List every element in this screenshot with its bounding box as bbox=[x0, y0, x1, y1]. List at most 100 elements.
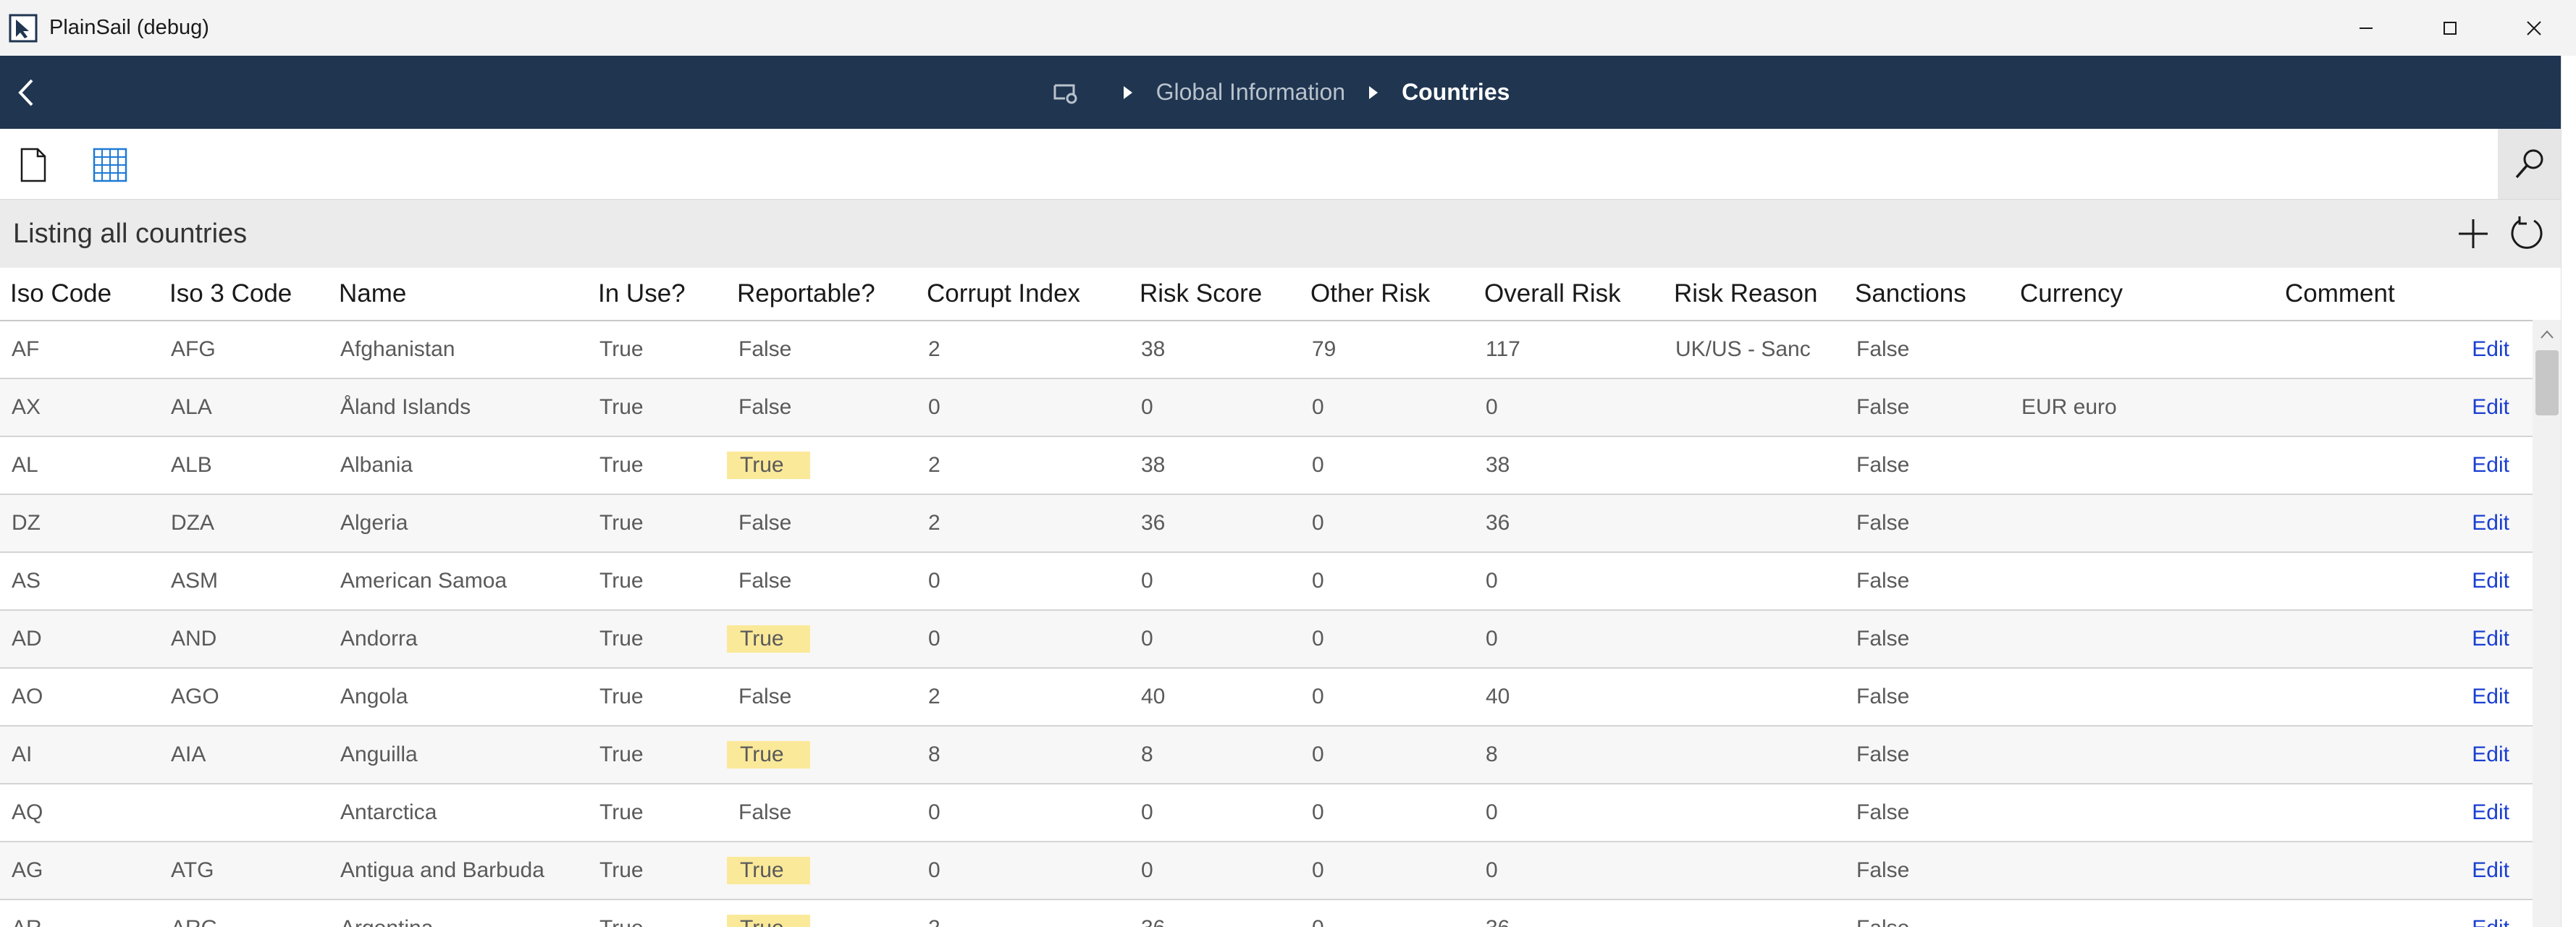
column-header[interactable]: Other Risk bbox=[1300, 268, 1474, 321]
table-row[interactable]: DZ DZA Algeria True False 2 36 0 36 False Edit bbox=[0, 494, 2533, 553]
edit-link[interactable]: Edit bbox=[2472, 916, 2509, 927]
column-header[interactable]: Risk Reason bbox=[1664, 268, 1845, 321]
sanctions-cell: False bbox=[1845, 436, 2010, 495]
highlighted-value: True bbox=[727, 857, 810, 884]
home-icon[interactable] bbox=[1052, 78, 1081, 107]
table-row[interactable]: AF AFG Afghanistan True False 2 38 79 117 UK/US -… bbox=[0, 321, 2533, 379]
column-header[interactable]: Overall Risk bbox=[1474, 268, 1664, 321]
iso-code-cell: AR bbox=[0, 900, 159, 927]
comment-cell bbox=[2275, 378, 2441, 437]
in-use-cell: True bbox=[588, 436, 727, 495]
edit-link[interactable]: Edit bbox=[2472, 395, 2509, 419]
table-row[interactable]: AD AND Andorra True True 0 0 0 0 False Edit bbox=[0, 610, 2533, 669]
edit-link[interactable]: Edit bbox=[2472, 337, 2509, 361]
column-header[interactable]: In Use? bbox=[588, 268, 727, 321]
vertical-scrollbar[interactable] bbox=[2533, 320, 2562, 927]
risk-reason-cell bbox=[1664, 842, 1845, 900]
edit-link[interactable]: Edit bbox=[2472, 511, 2509, 535]
edit-cell: Edit bbox=[2441, 668, 2533, 727]
column-header[interactable]: Comment bbox=[2275, 268, 2441, 321]
close-icon bbox=[2527, 20, 2541, 35]
overall-risk-cell: 0 bbox=[1474, 378, 1664, 437]
corrupt-index-cell: 0 bbox=[917, 784, 1129, 842]
table-row[interactable]: AO AGO Angola True False 2 40 0 40 False Edit bbox=[0, 668, 2533, 727]
edit-cell: Edit bbox=[2441, 321, 2533, 379]
maximize-button[interactable] bbox=[2408, 0, 2492, 56]
close-button[interactable] bbox=[2492, 0, 2576, 56]
minimize-button[interactable] bbox=[2324, 0, 2408, 56]
edit-cell: Edit bbox=[2441, 610, 2533, 669]
countries-table: Iso Code Iso 3 Code Name In Use? Reportable?… bbox=[0, 268, 2562, 927]
comment-cell bbox=[2275, 784, 2441, 842]
overall-risk-cell: 8 bbox=[1474, 726, 1664, 784]
iso3-code-cell: ALB bbox=[159, 436, 329, 495]
edit-link[interactable]: Edit bbox=[2472, 800, 2509, 824]
reportable-cell: True bbox=[727, 842, 917, 900]
table-row[interactable]: AS ASM American Samoa True False 0 0 0 0 False Edi… bbox=[0, 552, 2533, 611]
table-row[interactable]: AG ATG Antigua and Barbuda True True 0 0 0 0 Fals… bbox=[0, 842, 2533, 900]
table-row[interactable]: ARARGArgentinaTrueTrue236036FalseEdit bbox=[0, 900, 2533, 927]
edit-link[interactable]: Edit bbox=[2472, 742, 2509, 766]
comment-cell bbox=[2275, 900, 2441, 927]
currency-cell bbox=[2010, 610, 2275, 669]
iso-code-cell: AG bbox=[0, 842, 159, 900]
edit-link[interactable]: Edit bbox=[2472, 453, 2509, 477]
currency-cell bbox=[2010, 842, 2275, 900]
overall-risk-cell: 0 bbox=[1474, 784, 1664, 842]
breadcrumb-global-information[interactable]: Global Information bbox=[1156, 79, 1345, 106]
scroll-thumb[interactable] bbox=[2535, 350, 2559, 415]
column-header[interactable]: Corrupt Index bbox=[917, 268, 1129, 321]
column-header[interactable]: Reportable? bbox=[727, 268, 917, 321]
scroll-up-button[interactable] bbox=[2533, 320, 2562, 349]
name-cell: American Samoa bbox=[329, 552, 588, 611]
table-row[interactable]: AL ALB Albania True True 2 38 0 38 False Edit bbox=[0, 436, 2533, 495]
overall-risk-cell: 38 bbox=[1474, 436, 1664, 495]
add-icon[interactable] bbox=[2454, 215, 2492, 253]
refresh-icon[interactable] bbox=[2508, 215, 2546, 253]
minimize-icon bbox=[2360, 27, 2373, 29]
corrupt-index-cell: 0 bbox=[917, 378, 1129, 437]
column-header[interactable] bbox=[2441, 268, 2533, 321]
column-header[interactable]: Iso Code bbox=[0, 268, 159, 321]
currency-cell bbox=[2010, 436, 2275, 495]
edit-link[interactable]: Edit bbox=[2472, 569, 2509, 593]
name-cell: Albania bbox=[329, 436, 588, 495]
window-edge bbox=[2561, 56, 2576, 927]
column-header[interactable]: Risk Score bbox=[1129, 268, 1300, 321]
in-use-cell: True bbox=[588, 842, 727, 900]
currency-cell bbox=[2010, 784, 2275, 842]
window-title: PlainSail (debug) bbox=[49, 16, 209, 39]
document-icon[interactable] bbox=[13, 145, 54, 185]
sanctions-cell: False bbox=[1845, 378, 2010, 437]
risk-reason-cell bbox=[1664, 900, 1845, 927]
edit-link[interactable]: Edit bbox=[2472, 627, 2509, 651]
caret-right-icon bbox=[1123, 85, 1132, 99]
search-button[interactable] bbox=[2498, 129, 2562, 199]
risk-reason-cell bbox=[1664, 726, 1845, 784]
breadcrumb: Global Information Countries bbox=[0, 56, 2562, 129]
highlighted-value: True bbox=[727, 915, 810, 927]
navigation-bar: Global Information Countries bbox=[0, 56, 2562, 129]
column-header[interactable]: Currency bbox=[2010, 268, 2275, 321]
table-row[interactable]: AX ALA Åland Islands True False 0 0 0 0 False EUR … bbox=[0, 378, 2533, 437]
column-header[interactable]: Sanctions bbox=[1845, 268, 2010, 321]
sanctions-cell: False bbox=[1845, 726, 2010, 784]
edit-link[interactable]: Edit bbox=[2472, 858, 2509, 882]
column-header[interactable]: Name bbox=[329, 268, 588, 321]
risk-reason-cell bbox=[1664, 784, 1845, 842]
edit-link[interactable]: Edit bbox=[2472, 685, 2509, 708]
corrupt-index-cell: 2 bbox=[917, 494, 1129, 553]
grid-icon[interactable] bbox=[90, 145, 130, 185]
in-use-cell: True bbox=[588, 900, 727, 927]
table-row[interactable]: AI AIA Anguilla True True 8 8 0 8 False Edit bbox=[0, 726, 2533, 784]
risk-score-cell: 36 bbox=[1129, 900, 1300, 927]
comment-cell bbox=[2275, 842, 2441, 900]
table-row[interactable]: AQ Antarctica True False 0 0 0 0 False Edit bbox=[0, 784, 2533, 842]
name-cell: Anguilla bbox=[329, 726, 588, 784]
column-header[interactable]: Iso 3 Code bbox=[159, 268, 329, 321]
currency-cell: EUR euro bbox=[2010, 378, 2275, 437]
in-use-cell: True bbox=[588, 668, 727, 727]
comment-cell bbox=[2275, 436, 2441, 495]
breadcrumb-countries: Countries bbox=[1402, 79, 1510, 105]
comment-cell bbox=[2275, 610, 2441, 669]
